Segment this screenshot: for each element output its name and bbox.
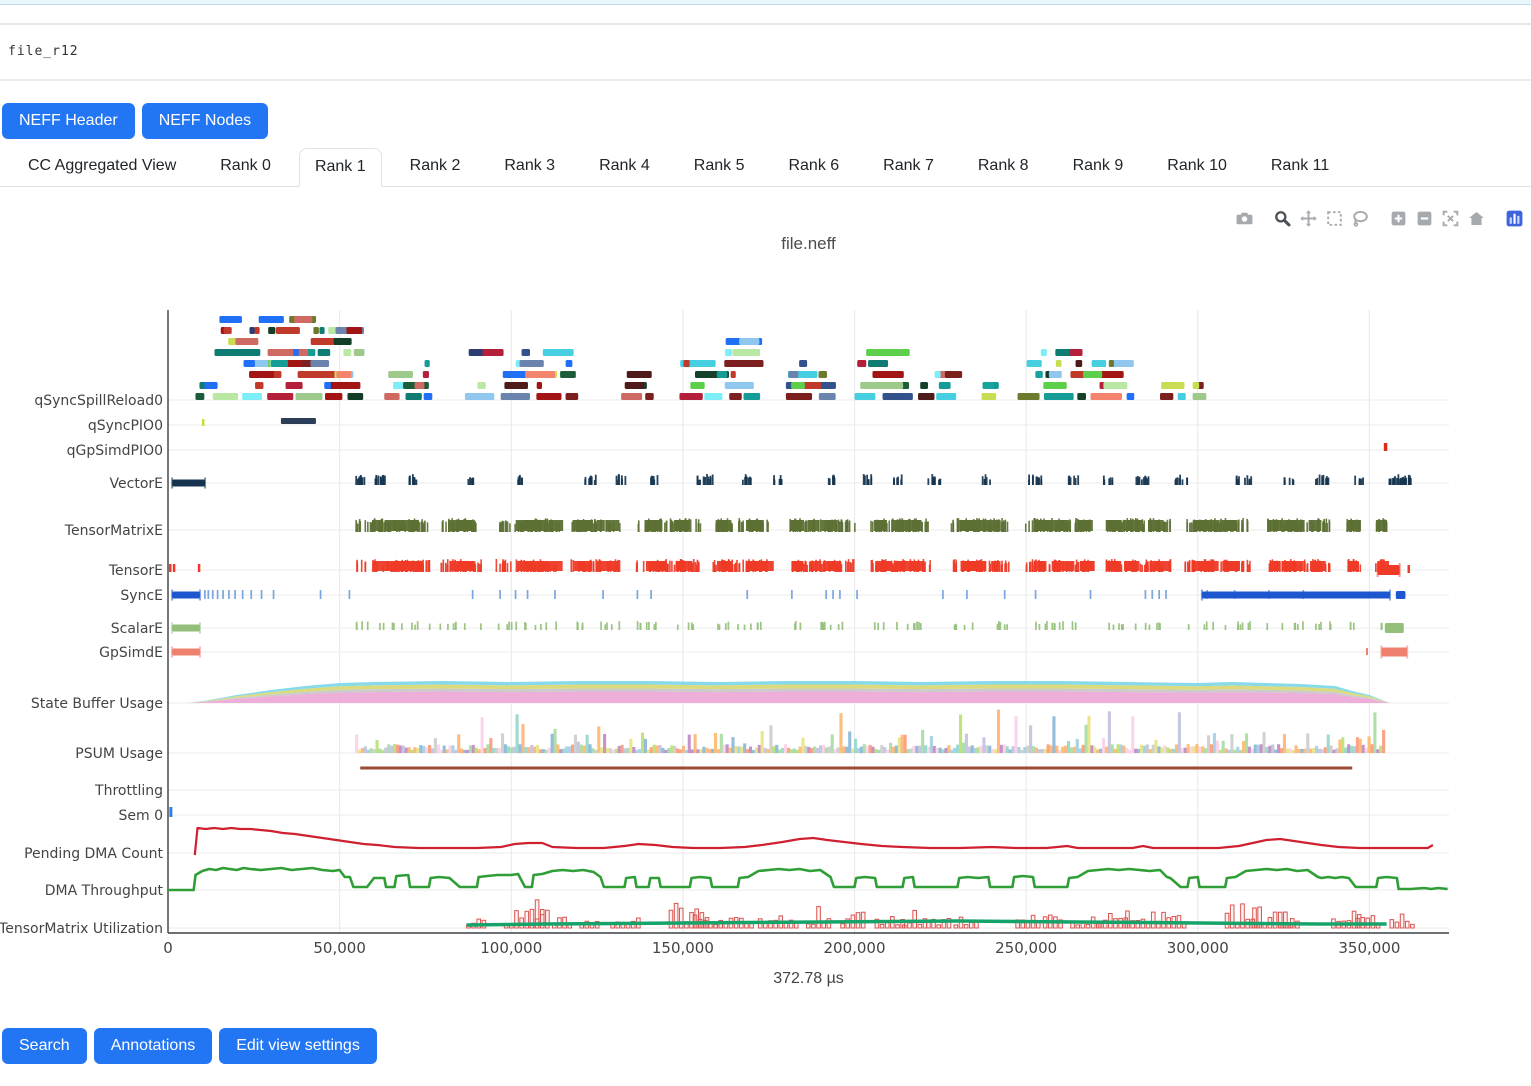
row-label: Throttling: [94, 783, 163, 799]
x-tick-labels: 0 50,000 100,000 150,000 200,000 250,000 300,0…: [163, 939, 1400, 957]
tab-rank-2[interactable]: Rank 2: [394, 147, 477, 186]
row-labels: qSyncSpillReload0 qSyncPIO0 qGpSimdPIO0 Vec…: [0, 393, 163, 937]
trace-pending-dma-count: [195, 828, 1433, 855]
row-label: PSUM Usage: [75, 746, 163, 762]
tab-rank-3[interactable]: Rank 3: [488, 147, 571, 186]
row-label: qSyncSpillReload0: [34, 393, 163, 409]
trace-dma-throughput: [168, 868, 1448, 890]
reset-axes-icon[interactable]: [1465, 207, 1487, 229]
divider-header: [0, 79, 1531, 81]
row-label: qGpSimdPIO0: [67, 443, 163, 459]
timeline-plot[interactable]: qSyncSpillReload0 qSyncPIO0 qGpSimdPIO0 Vec…: [0, 280, 1531, 970]
tab-cc-aggregated-view[interactable]: CC Aggregated View: [12, 147, 192, 186]
rank-tab-bar: CC Aggregated View Rank 0 Rank 1 Rank 2 Rank…: [0, 148, 1531, 187]
row-label: VectorE: [110, 476, 163, 492]
tab-rank-10[interactable]: Rank 10: [1151, 147, 1243, 186]
row-label: Pending DMA Count: [24, 846, 163, 862]
x-tick-label: 350,000: [1338, 939, 1400, 957]
trace-tensore: [169, 559, 1410, 577]
zoom-out-icon[interactable]: [1413, 207, 1435, 229]
autoscale-icon[interactable]: [1439, 207, 1461, 229]
row-label: TensorMatrix Utilization: [0, 921, 163, 937]
trace-vectore: [171, 474, 1412, 488]
trace-tensormatrixe: [355, 518, 1387, 532]
x-tick-label: 250,000: [995, 939, 1057, 957]
trace-state-buffer-usage: [189, 681, 1390, 703]
tab-rank-1[interactable]: Rank 1: [299, 148, 382, 187]
tab-rank-5[interactable]: Rank 5: [678, 147, 761, 186]
row-label: DMA Throughput: [45, 883, 164, 899]
plotly-modebar: [1233, 207, 1525, 229]
row-label: GpSimdE: [99, 645, 163, 661]
tab-rank-11[interactable]: Rank 11: [1255, 147, 1345, 186]
camera-icon[interactable]: [1233, 207, 1255, 229]
chart-title: file.neff: [168, 234, 1449, 254]
pan-icon[interactable]: [1297, 207, 1319, 229]
row-label: TensorE: [108, 563, 163, 579]
trace-qsyncpio0-bar: [281, 418, 316, 424]
top-accent-strip: [0, 0, 1531, 5]
neff-header-button[interactable]: NEFF Header: [2, 103, 135, 139]
row-label: qSyncPIO0: [88, 418, 163, 434]
x-tick-label: 150,000: [652, 939, 714, 957]
row-label: TensorMatrixE: [64, 523, 163, 539]
x-tick-label: 0: [163, 939, 173, 957]
zoom-icon[interactable]: [1271, 207, 1293, 229]
trace-qsyncpio0-tick: [202, 419, 205, 426]
edit-view-settings-button[interactable]: Edit view settings: [219, 1028, 377, 1064]
trace-qgpsimdpio0-tick: [1384, 443, 1388, 451]
tab-rank-6[interactable]: Rank 6: [772, 147, 855, 186]
tab-rank-4[interactable]: Rank 4: [583, 147, 666, 186]
x-tick-label: 200,000: [823, 939, 885, 957]
row-label: Sem 0: [119, 808, 164, 824]
neff-nodes-button[interactable]: NEFF Nodes: [142, 103, 268, 139]
x-axis-duration-label: 372.78 µs: [168, 970, 1449, 988]
annotations-button[interactable]: Annotations: [94, 1028, 213, 1064]
tab-rank-0[interactable]: Rank 0: [204, 147, 287, 186]
neff-filename: file_r12: [8, 44, 79, 59]
x-tick-label: 100,000: [480, 939, 542, 957]
tab-rank-8[interactable]: Rank 8: [962, 147, 1045, 186]
neff-button-group: NEFF Header NEFF Nodes: [2, 103, 268, 139]
box-select-icon[interactable]: [1323, 207, 1345, 229]
gridlines: [168, 310, 1449, 933]
divider-top: [0, 23, 1531, 25]
trace-sem0-tick: [169, 807, 172, 817]
x-tick-label: 300,000: [1167, 939, 1229, 957]
row-label: ScalarE: [111, 621, 163, 637]
row-label: State Buffer Usage: [31, 696, 163, 712]
plotly-logo-icon[interactable]: [1503, 207, 1525, 229]
footer-button-group: SearchAnnotationsEdit view settings: [2, 1028, 377, 1064]
lasso-icon[interactable]: [1349, 207, 1371, 229]
row-label: SyncE: [120, 588, 163, 604]
trace-qsyncspillreload0: [195, 316, 1206, 400]
trace-scalare: [171, 621, 1404, 633]
zoom-in-icon[interactable]: [1387, 207, 1409, 229]
tab-rank-9[interactable]: Rank 9: [1057, 147, 1140, 186]
search-button[interactable]: Search: [2, 1028, 87, 1064]
tab-rank-7[interactable]: Rank 7: [867, 147, 950, 186]
trace-psum-usage: [355, 710, 1385, 753]
x-tick-label: 50,000: [313, 939, 366, 957]
